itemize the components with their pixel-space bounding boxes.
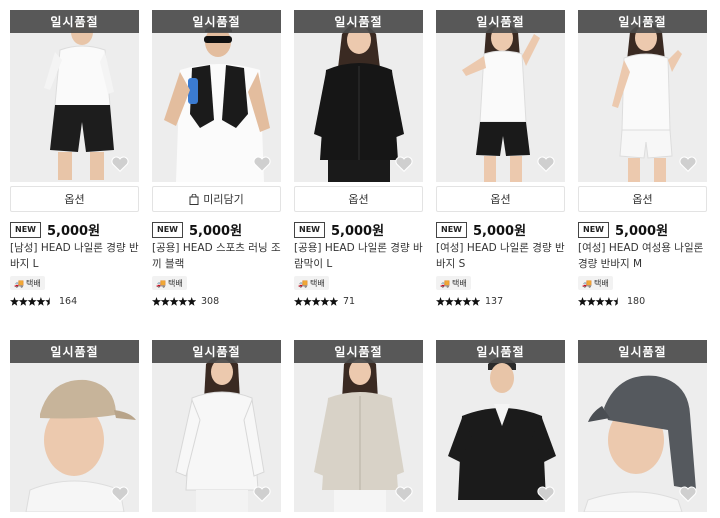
price: 5,000원 [46, 224, 101, 239]
product-name[interactable]: [여성] HEAD 여성용 나일론 경량 반바지 M [578, 240, 707, 272]
product-image[interactable]: 일시품절 [152, 10, 281, 182]
wishlist-heart-icon[interactable] [679, 156, 697, 172]
product-name[interactable]: [여성] HEAD 나일론 경량 반바지 S [436, 240, 565, 272]
soldout-badge: 일시품절 [152, 340, 281, 363]
option-button[interactable]: 옵션 [436, 186, 565, 212]
star-rating-icon [294, 297, 338, 306]
soldout-badge: 일시품절 [294, 10, 423, 33]
rating: 71 [294, 296, 355, 307]
option-button[interactable]: 옵션 [294, 186, 423, 212]
shipping-badge: 🚚 택배 [578, 276, 613, 290]
price: 5,000원 [614, 224, 669, 239]
truck-icon: 🚚 [14, 278, 24, 288]
star-rating-icon [10, 297, 54, 306]
price: 5,000원 [472, 224, 527, 239]
wishlist-heart-icon[interactable] [537, 486, 555, 502]
wishlist-heart-icon[interactable] [253, 156, 271, 172]
shipping-badge: 🚚 택배 [10, 276, 45, 290]
product-card[interactable]: 일시품절 [436, 10, 565, 182]
rating: 180 [578, 296, 645, 307]
wishlist-heart-icon[interactable] [253, 486, 271, 502]
wishlist-heart-icon[interactable] [395, 486, 413, 502]
soldout-badge: 일시품절 [436, 340, 565, 363]
product-card[interactable]: 일시품절 [10, 10, 139, 182]
price-line: NEW 5,000원 [10, 220, 100, 239]
product-image[interactable]: 일시품절 [436, 10, 565, 182]
soldout-badge: 일시품절 [152, 10, 281, 33]
product-name[interactable]: [남성] HEAD 나일론 경량 반바지 L [10, 240, 139, 272]
product-card[interactable]: 일시품절 [578, 10, 707, 182]
product-image[interactable]: 일시품절 [436, 340, 565, 512]
option-button[interactable]: 옵션 [10, 186, 139, 212]
product-image[interactable]: 일시품절 [294, 10, 423, 182]
new-badge: NEW [10, 221, 41, 238]
wishlist-heart-icon[interactable] [395, 156, 413, 172]
rating: 137 [436, 296, 503, 307]
wishlist-heart-icon[interactable] [537, 156, 555, 172]
product-card[interactable]: 일시품절 [10, 340, 139, 512]
shipping-badge: 🚚 택배 [436, 276, 471, 290]
review-count: 71 [343, 296, 356, 307]
product-card[interactable]: 일시품절 [436, 340, 565, 512]
product-name[interactable]: [공용] HEAD 나일론 경량 바람막이 L [294, 240, 423, 272]
new-badge: NEW [152, 221, 183, 238]
product-card[interactable]: 일시품절 [294, 10, 423, 182]
product-image[interactable]: 일시품절 [10, 10, 139, 182]
product-card[interactable]: 일시품절 [152, 340, 281, 512]
soldout-badge: 일시품절 [578, 10, 707, 33]
wishlist-heart-icon[interactable] [111, 156, 129, 172]
review-count: 137 [485, 296, 504, 307]
soldout-badge: 일시품절 [436, 10, 565, 33]
pre-cart-button[interactable]: 미리담기 [152, 186, 281, 212]
shipping-badge: 🚚 택배 [294, 276, 329, 290]
product-card[interactable]: 일시품절 [294, 340, 423, 512]
product-image[interactable]: 일시품절 [294, 340, 423, 512]
product-card[interactable]: 일시품절 [152, 10, 281, 182]
truck-icon: 🚚 [298, 278, 308, 288]
product-image[interactable]: 일시품절 [10, 340, 139, 512]
review-count: 180 [627, 296, 646, 307]
product-image[interactable]: 일시품절 [578, 10, 707, 182]
new-badge: NEW [436, 221, 467, 238]
truck-icon: 🚚 [156, 278, 166, 288]
wishlist-heart-icon[interactable] [679, 486, 697, 502]
new-badge: NEW [578, 221, 609, 238]
price-line: NEW 5,000원 [152, 220, 242, 239]
truck-icon: 🚚 [440, 278, 450, 288]
price-line: NEW 5,000원 [294, 220, 384, 239]
price-line: NEW 5,000원 [578, 220, 668, 239]
product-card[interactable]: 일시품절 [578, 340, 707, 512]
new-badge: NEW [294, 221, 325, 238]
option-button[interactable]: 옵션 [578, 186, 707, 212]
shipping-badge: 🚚 택배 [152, 276, 187, 290]
soldout-badge: 일시품절 [294, 340, 423, 363]
rating: 164 [10, 296, 77, 307]
star-rating-icon [436, 297, 480, 306]
soldout-badge: 일시품절 [10, 340, 139, 363]
product-image[interactable]: 일시품절 [578, 340, 707, 512]
product-image[interactable]: 일시품절 [152, 340, 281, 512]
rating: 308 [152, 296, 219, 307]
price: 5,000원 [188, 224, 243, 239]
product-name[interactable]: [공용] HEAD 스포츠 러닝 조끼 블랙 [152, 240, 281, 272]
star-rating-icon [152, 297, 196, 306]
wishlist-heart-icon[interactable] [111, 486, 129, 502]
star-rating-icon [578, 297, 622, 306]
price: 5,000원 [330, 224, 385, 239]
price-line: NEW 5,000원 [436, 220, 526, 239]
soldout-badge: 일시품절 [10, 10, 139, 33]
soldout-badge: 일시품절 [578, 340, 707, 363]
truck-icon: 🚚 [582, 278, 592, 288]
review-count: 164 [59, 296, 78, 307]
shopping-bag-icon [189, 193, 199, 205]
review-count: 308 [201, 296, 220, 307]
